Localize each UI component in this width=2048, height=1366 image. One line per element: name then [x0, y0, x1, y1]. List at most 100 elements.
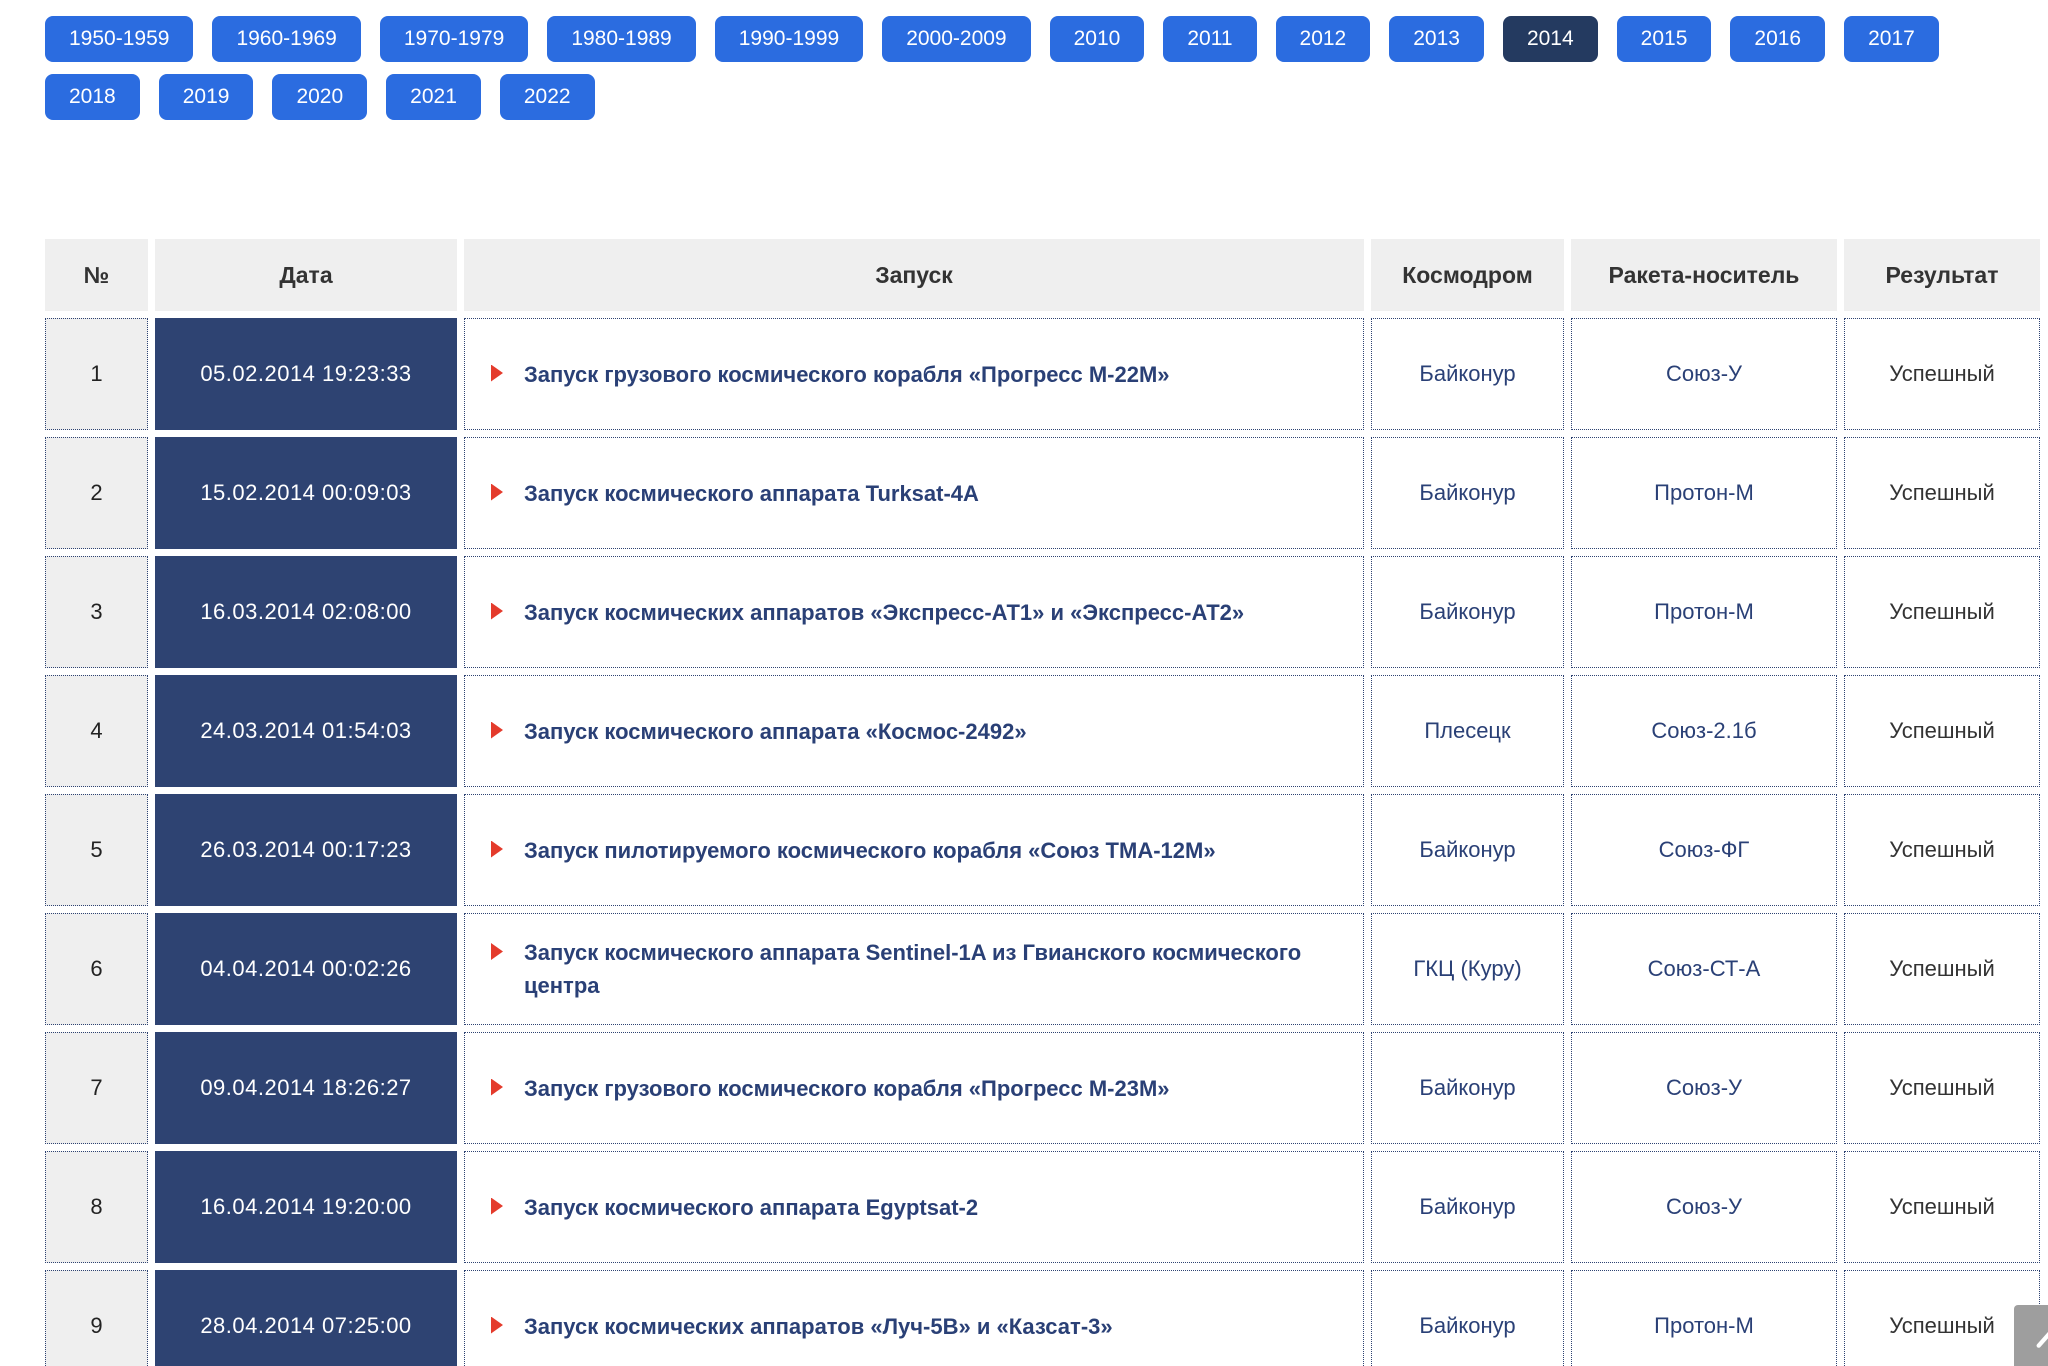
launch-title-link[interactable]: Запуск пилотируемого космического корабл…: [524, 834, 1216, 867]
launch-title-link[interactable]: Запуск космического аппарата Turksat-4A: [524, 477, 979, 510]
cosmodrome-cell: Байконур: [1371, 318, 1564, 430]
launch-date-cell: 04.04.2014 00:02:26: [155, 913, 457, 1025]
rocket-cell: Союз-СТ-А: [1571, 913, 1837, 1025]
cosmodrome-cell: Байконур: [1371, 1032, 1564, 1144]
year-filter-1970-1979[interactable]: 1970-1979: [379, 16, 529, 62]
scroll-to-top-button[interactable]: [2014, 1305, 2048, 1366]
launch-date-cell: 28.04.2014 07:25:00: [155, 1270, 457, 1366]
year-filter-2021[interactable]: 2021: [386, 74, 481, 120]
red-play-icon: [491, 721, 503, 739]
row-number-cell: 6: [45, 913, 148, 1025]
year-filter-2010[interactable]: 2010: [1049, 16, 1145, 62]
launch-date-cell: 16.03.2014 02:08:00: [155, 556, 457, 668]
red-play-icon: [491, 943, 503, 960]
result-cell: Успешный: [1844, 1151, 2040, 1263]
table-body: 1 05.02.2014 19:23:33 Запуск грузового кос…: [45, 318, 2040, 1366]
row-number-cell: 8: [45, 1151, 148, 1263]
year-filter-2000-2009[interactable]: 2000-2009: [882, 16, 1031, 62]
cosmodrome-cell: Байконур: [1371, 437, 1564, 549]
launch-date-cell: 24.03.2014 01:54:03: [155, 675, 457, 787]
result-cell: Успешный: [1844, 437, 2040, 549]
launch-date-cell: 09.04.2014 18:26:27: [155, 1032, 457, 1144]
launch-cell: Запуск пилотируемого космического корабл…: [464, 794, 1364, 906]
row-number-cell: 9: [45, 1270, 148, 1366]
year-filter-2014[interactable]: 2014: [1502, 16, 1598, 62]
year-filters: 1950-1959 1960-1969 1970-1979 1980-1989 1990…: [0, 0, 2005, 132]
launch-title-link[interactable]: Запуск космических аппаратов «Экспресс-А…: [524, 596, 1244, 629]
year-filter-2011[interactable]: 2011: [1163, 16, 1257, 62]
rocket-cell: Протон-М: [1571, 1270, 1837, 1366]
column-header: Результат: [1844, 239, 2040, 311]
year-filter-2016[interactable]: 2016: [1730, 16, 1826, 62]
result-cell: Успешный: [1844, 318, 2040, 430]
year-filter-2020[interactable]: 2020: [272, 74, 368, 120]
row-number-cell: 4: [45, 675, 148, 787]
year-filter-2015[interactable]: 2015: [1616, 16, 1712, 62]
row-number-cell: 7: [45, 1032, 148, 1144]
table-row: 8 16.04.2014 19:20:00 Запуск космического …: [45, 1151, 2040, 1263]
row-number-cell: 3: [45, 556, 148, 668]
launch-title-link[interactable]: Запуск космического аппарата «Космос-249…: [524, 715, 1027, 748]
year-filter-1960-1969[interactable]: 1960-1969: [212, 16, 361, 62]
launch-cell: Запуск космических аппаратов «Луч-5В» и …: [464, 1270, 1364, 1366]
table-row: 3 16.03.2014 02:08:00 Запуск космических а…: [45, 556, 2040, 668]
column-header: Ракета-носитель: [1571, 239, 1837, 311]
red-play-icon: [491, 1078, 503, 1096]
year-filter-2019[interactable]: 2019: [158, 74, 254, 120]
red-play-icon: [491, 840, 503, 858]
cosmodrome-cell: Байконур: [1371, 794, 1564, 906]
result-cell: Успешный: [1844, 675, 2040, 787]
column-header: Запуск: [464, 239, 1364, 311]
launch-date-cell: 16.04.2014 19:20:00: [155, 1151, 457, 1263]
year-filter-2013[interactable]: 2013: [1389, 16, 1484, 62]
cosmodrome-cell: ГКЦ (Куру): [1371, 913, 1564, 1025]
cosmodrome-cell: Байконур: [1371, 1151, 1564, 1263]
red-play-icon: [491, 1197, 503, 1215]
table-header-row: № Дата Запуск Космодром Ракета-носитель Резул…: [45, 239, 2040, 311]
year-filter-1950-1959[interactable]: 1950-1959: [45, 16, 194, 62]
year-filter-2017[interactable]: 2017: [1844, 16, 1939, 62]
cosmodrome-cell: Байконур: [1371, 556, 1564, 668]
year-filter-1980-1989[interactable]: 1980-1989: [547, 16, 696, 62]
rocket-cell: Союз-У: [1571, 1032, 1837, 1144]
row-number-cell: 2: [45, 437, 148, 549]
launch-cell: Запуск космического аппарата Sentinel-1A…: [464, 913, 1364, 1025]
launch-title-link[interactable]: Запуск космических аппаратов «Луч-5В» и …: [524, 1310, 1113, 1343]
rocket-cell: Союз-ФГ: [1571, 794, 1837, 906]
year-filter-2012[interactable]: 2012: [1275, 16, 1371, 62]
launch-cell: Запуск космического аппарата Egyptsat-2: [464, 1151, 1364, 1263]
table-row: 4 24.03.2014 01:54:03 Запуск космического …: [45, 675, 2040, 787]
launch-date-cell: 05.02.2014 19:23:33: [155, 318, 457, 430]
table-row: 1 05.02.2014 19:23:33 Запуск грузового кос…: [45, 318, 2040, 430]
column-header: №: [45, 239, 148, 311]
column-header: Космодром: [1371, 239, 1564, 311]
rocket-cell: Протон-М: [1571, 437, 1837, 549]
launch-title-link[interactable]: Запуск космического аппарата Sentinel-1A…: [524, 936, 1343, 1002]
launch-cell: Запуск космического аппарата Turksat-4A: [464, 437, 1364, 549]
result-cell: Успешный: [1844, 1270, 2040, 1366]
year-filter-2022[interactable]: 2022: [499, 74, 595, 120]
red-play-icon: [491, 483, 503, 501]
launch-date-cell: 15.02.2014 00:09:03: [155, 437, 457, 549]
rocket-cell: Союз-2.1б: [1571, 675, 1837, 787]
row-number-cell: 5: [45, 794, 148, 906]
year-filter-2018[interactable]: 2018: [45, 74, 140, 120]
rocket-cell: Союз-У: [1571, 318, 1837, 430]
result-cell: Успешный: [1844, 556, 2040, 668]
red-play-icon: [491, 602, 503, 620]
rocket-cell: Протон-М: [1571, 556, 1837, 668]
launch-title-link[interactable]: Запуск грузового космического корабля «П…: [524, 1072, 1170, 1105]
table-row: 7 09.04.2014 18:26:27 Запуск грузового кос…: [45, 1032, 2040, 1144]
launches-table: № Дата Запуск Космодром Ракета-носитель Резул…: [38, 232, 2047, 1366]
launch-title-link[interactable]: Запуск космического аппарата Egyptsat-2: [524, 1191, 978, 1224]
table-row: 5 26.03.2014 00:17:23 Запуск пилотируемого…: [45, 794, 2040, 906]
cosmodrome-cell: Байконур: [1371, 1270, 1564, 1366]
launch-title-link[interactable]: Запуск грузового космического корабля «П…: [524, 358, 1170, 391]
table-row: 2 15.02.2014 00:09:03 Запуск космического …: [45, 437, 2040, 549]
row-number-cell: 1: [45, 318, 148, 430]
launch-cell: Запуск грузового космического корабля «П…: [464, 1032, 1364, 1144]
year-filter-1990-1999[interactable]: 1990-1999: [714, 16, 864, 62]
launch-date-cell: 26.03.2014 00:17:23: [155, 794, 457, 906]
cosmodrome-cell: Плесецк: [1371, 675, 1564, 787]
launch-cell: Запуск космического аппарата «Космос-249…: [464, 675, 1364, 787]
